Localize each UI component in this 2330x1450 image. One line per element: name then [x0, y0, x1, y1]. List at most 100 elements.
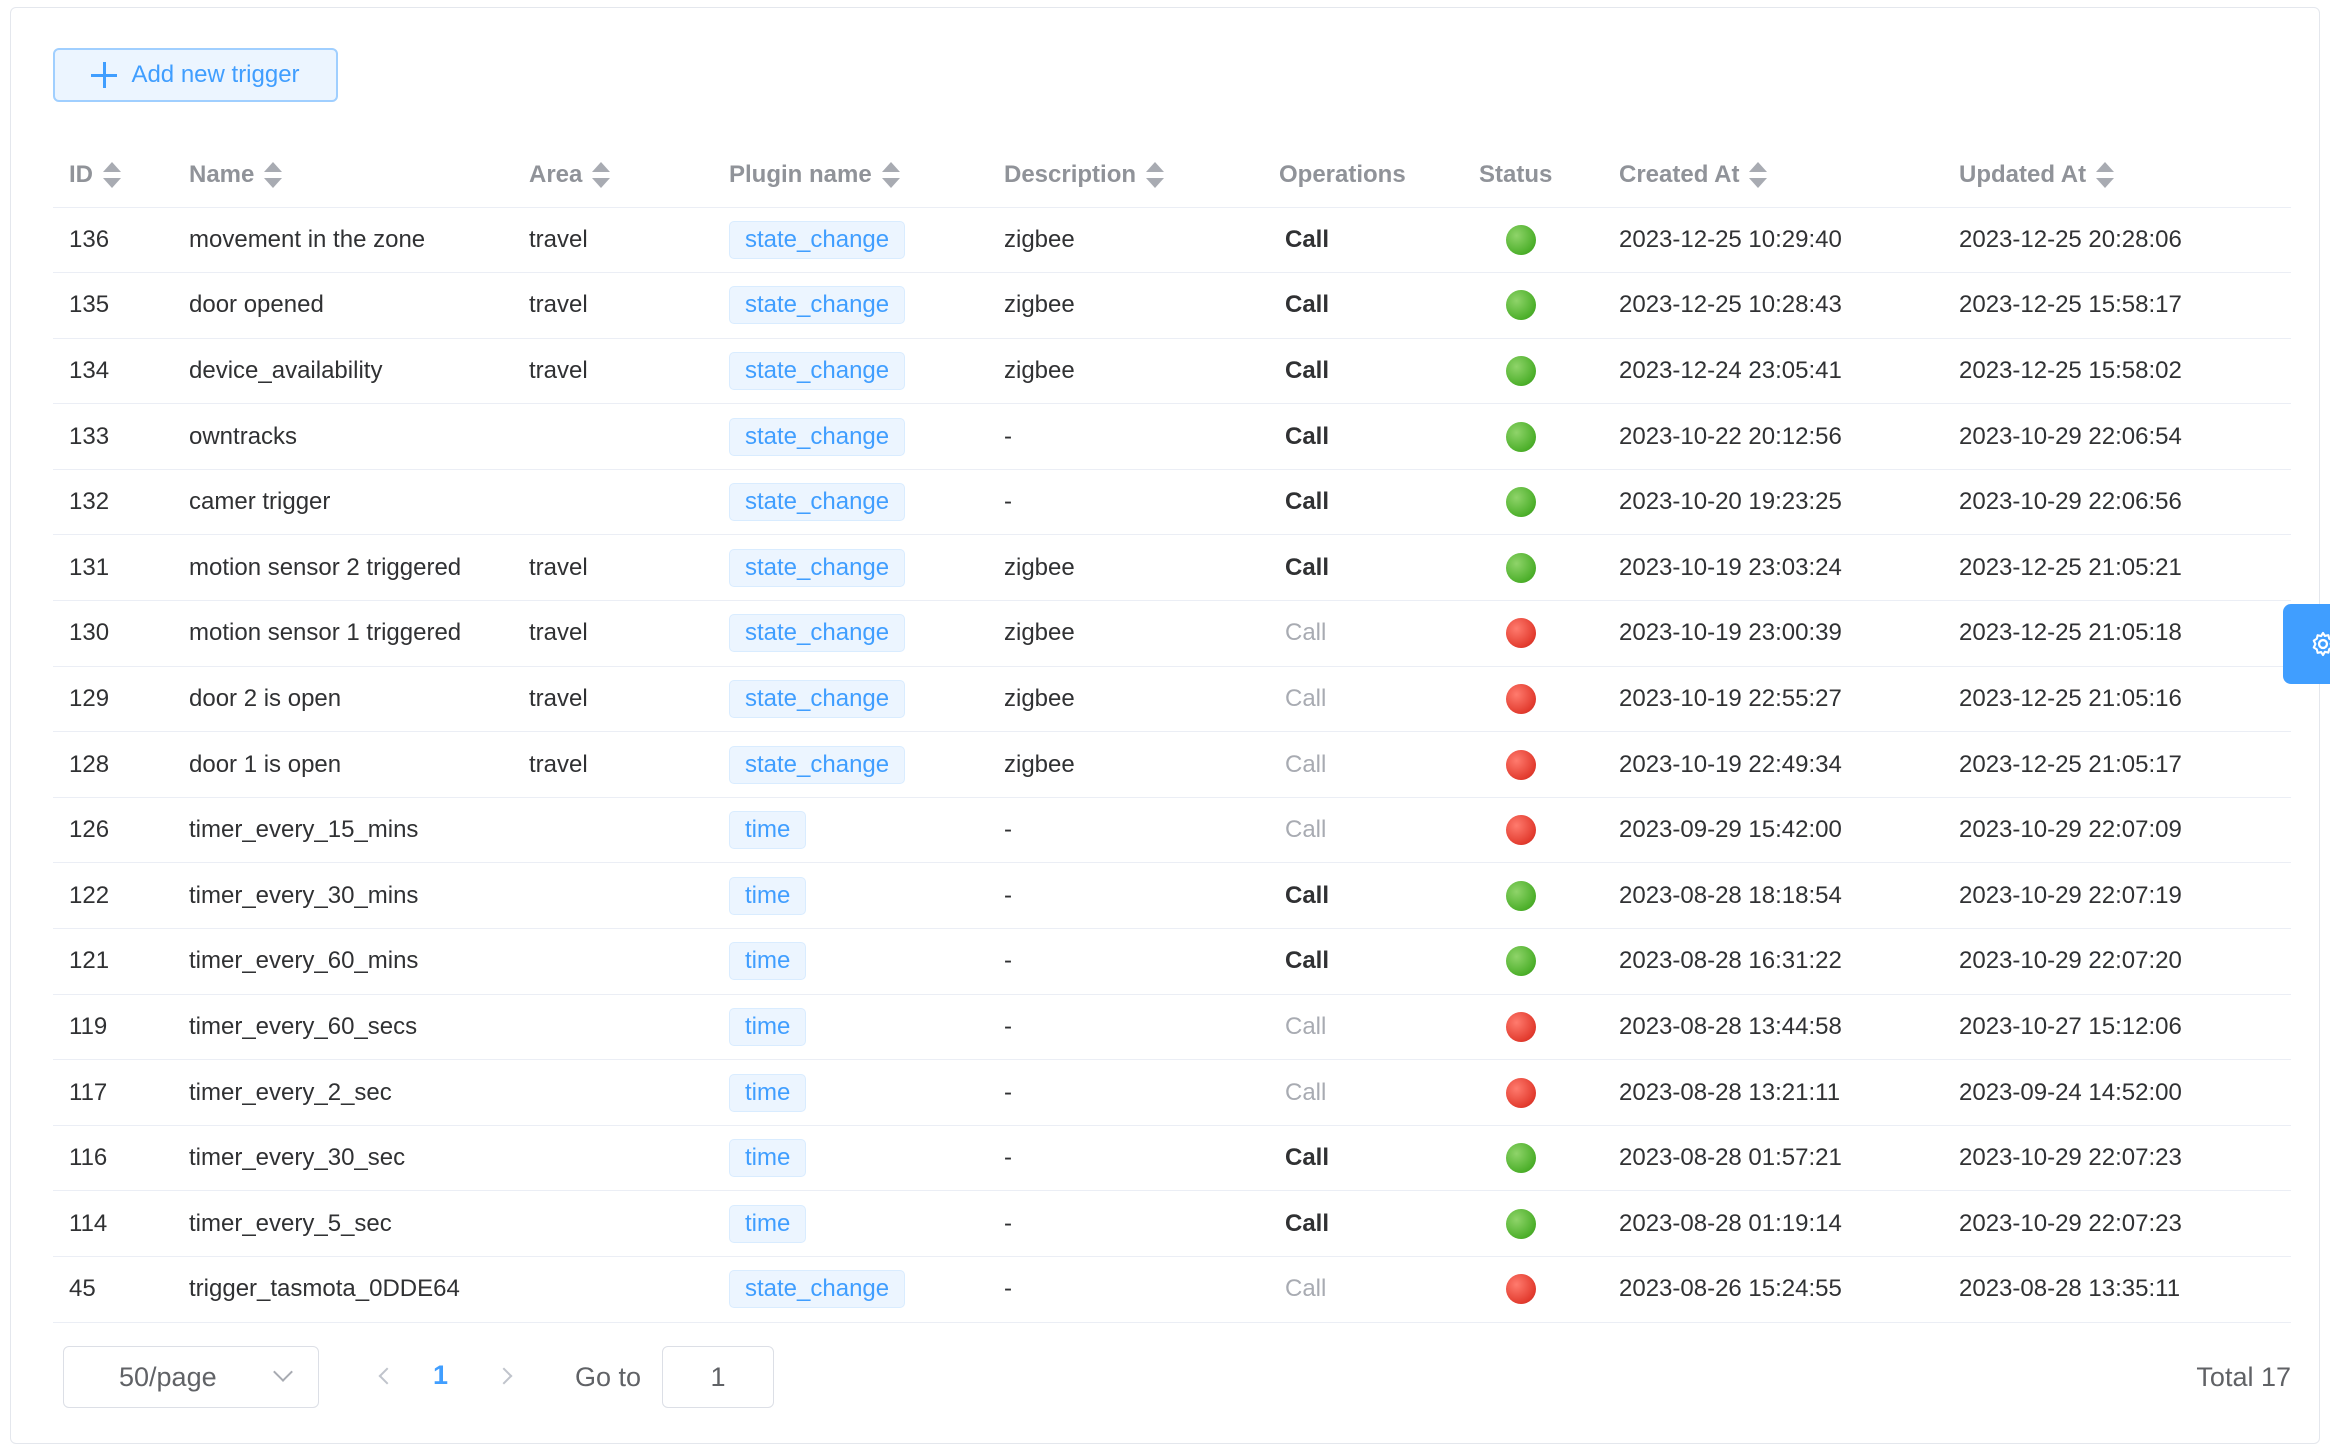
- cell-area: [513, 1256, 713, 1323]
- table-row: 136 movement in the zone travel state_chang…: [53, 207, 2291, 274]
- cell-created-at: 2023-08-28 18:18:54: [1603, 862, 1943, 930]
- call-button: Call: [1285, 1275, 1327, 1303]
- cell-status: [1463, 403, 1603, 470]
- page-size-select[interactable]: 50/page: [63, 1346, 319, 1408]
- column-header-label: Plugin name: [729, 160, 872, 188]
- cell-operations: Call: [1263, 1190, 1463, 1257]
- sort-caret-icon[interactable]: [1749, 162, 1768, 189]
- pagination: 50/page 1 Go to Total 17: [53, 1346, 2291, 1408]
- table-row: 132 camer trigger state_change - Call 2023-10…: [53, 469, 2291, 536]
- cell-name: door 1 is open: [173, 731, 513, 798]
- column-header-label: Created At: [1619, 160, 1740, 188]
- cell-description: zigbee: [988, 534, 1263, 602]
- cell-status: [1463, 1059, 1603, 1126]
- cell-name: door opened: [173, 272, 513, 339]
- cell-area: travel: [513, 272, 713, 339]
- cell-plugin: state_change: [713, 272, 988, 339]
- cell-updated-at: 2023-12-25 21:05:18: [1943, 600, 2291, 667]
- cell-updated-at: 2023-10-29 22:07:23: [1943, 1190, 2291, 1257]
- call-button: Call: [1285, 1012, 1327, 1040]
- cell-id: 130: [53, 600, 173, 667]
- green-dot-icon: [1506, 421, 1536, 452]
- red-dot-icon: [1506, 683, 1536, 714]
- red-dot-icon: [1506, 1011, 1536, 1042]
- cell-created-at: 2023-08-28 13:21:11: [1603, 1059, 1943, 1126]
- sort-caret-icon[interactable]: [264, 162, 283, 189]
- cell-id: 122: [53, 862, 173, 930]
- plugin-tag: time: [729, 811, 807, 850]
- prev-page-button[interactable]: [375, 1366, 396, 1386]
- call-button[interactable]: Call: [1279, 291, 1329, 318]
- cell-created-at: 2023-10-19 23:00:39: [1603, 600, 1943, 667]
- sort-caret-icon[interactable]: [592, 162, 611, 189]
- cell-plugin: time: [713, 1059, 988, 1126]
- cell-status: [1463, 862, 1603, 930]
- column-header[interactable]: Plugin name: [713, 143, 988, 208]
- column-header[interactable]: Area: [513, 143, 713, 208]
- cell-id: 134: [53, 338, 173, 405]
- cell-created-at: 2023-10-22 20:12:56: [1603, 403, 1943, 470]
- cell-updated-at: 2023-10-29 22:07:23: [1943, 1125, 2291, 1192]
- cell-plugin: state_change: [713, 534, 988, 602]
- call-button[interactable]: Call: [1279, 882, 1329, 909]
- column-header: Status: [1463, 143, 1603, 208]
- call-button[interactable]: Call: [1279, 226, 1329, 253]
- sort-caret-icon[interactable]: [103, 162, 121, 189]
- call-button[interactable]: Call: [1279, 947, 1329, 974]
- cell-id: 117: [53, 1059, 173, 1126]
- cell-name: motion sensor 1 triggered: [173, 600, 513, 667]
- cell-operations: Call: [1263, 534, 1463, 602]
- call-button[interactable]: Call: [1279, 1144, 1329, 1171]
- column-header[interactable]: Created At: [1603, 143, 1943, 208]
- sort-caret-icon[interactable]: [2096, 162, 2115, 189]
- column-header[interactable]: ID: [53, 143, 173, 208]
- table-header-row: ID Name Area Plugin name Description Operatio…: [53, 143, 2291, 208]
- cell-id: 128: [53, 731, 173, 798]
- plugin-tag: time: [729, 1007, 807, 1046]
- cell-status: [1463, 469, 1603, 536]
- cell-created-at: 2023-08-28 01:57:21: [1603, 1125, 1943, 1192]
- sort-caret-icon[interactable]: [881, 162, 900, 189]
- table-row: 135 door opened travel state_change zigbee Ca…: [53, 272, 2291, 339]
- call-button[interactable]: Call: [1279, 554, 1329, 581]
- plugin-tag: state_change: [729, 1270, 906, 1309]
- cell-plugin: state_change: [713, 600, 988, 667]
- cell-operations: Call: [1263, 207, 1463, 274]
- cell-area: [513, 1190, 713, 1257]
- cell-created-at: 2023-12-24 23:05:41: [1603, 338, 1943, 405]
- cell-operations: Call: [1263, 1125, 1463, 1192]
- cell-updated-at: 2023-12-25 15:58:17: [1943, 272, 2291, 339]
- call-button[interactable]: Call: [1279, 488, 1329, 515]
- cell-operations: Call: [1263, 272, 1463, 339]
- gear-icon: [2312, 631, 2330, 657]
- goto-page-input[interactable]: [662, 1346, 774, 1408]
- cell-plugin: state_change: [713, 1256, 988, 1323]
- cell-description: -: [988, 862, 1263, 930]
- cell-description: -: [988, 469, 1263, 536]
- column-header[interactable]: Description: [988, 143, 1263, 208]
- page-number-current[interactable]: 1: [433, 1360, 448, 1391]
- table-row: 128 door 1 is open travel state_change zigbe…: [53, 731, 2291, 798]
- sort-caret-icon[interactable]: [1146, 162, 1165, 189]
- cell-id: 135: [53, 272, 173, 339]
- column-header[interactable]: Updated At: [1943, 143, 2291, 208]
- call-button[interactable]: Call: [1279, 1210, 1329, 1237]
- call-button[interactable]: Call: [1279, 423, 1329, 450]
- settings-drawer-button[interactable]: [2283, 604, 2330, 684]
- column-header[interactable]: Name: [173, 143, 513, 208]
- cell-created-at: 2023-10-19 23:03:24: [1603, 534, 1943, 602]
- cell-id: 136: [53, 207, 173, 274]
- plugin-tag: state_change: [729, 548, 906, 587]
- plugin-tag: state_change: [729, 286, 906, 325]
- column-header-label: ID: [69, 160, 93, 188]
- plugin-tag: time: [729, 1204, 807, 1243]
- cell-operations: Call: [1263, 797, 1463, 864]
- next-page-button[interactable]: [495, 1366, 518, 1386]
- cell-area: [513, 928, 713, 995]
- cell-name: timer_every_15_mins: [173, 797, 513, 864]
- table-row: 134 device_availability travel state_change…: [53, 338, 2291, 405]
- cell-id: 121: [53, 928, 173, 995]
- call-button[interactable]: Call: [1279, 357, 1329, 384]
- add-trigger-button[interactable]: Add new trigger: [53, 48, 338, 102]
- cell-updated-at: 2023-12-25 21:05:21: [1943, 534, 2291, 602]
